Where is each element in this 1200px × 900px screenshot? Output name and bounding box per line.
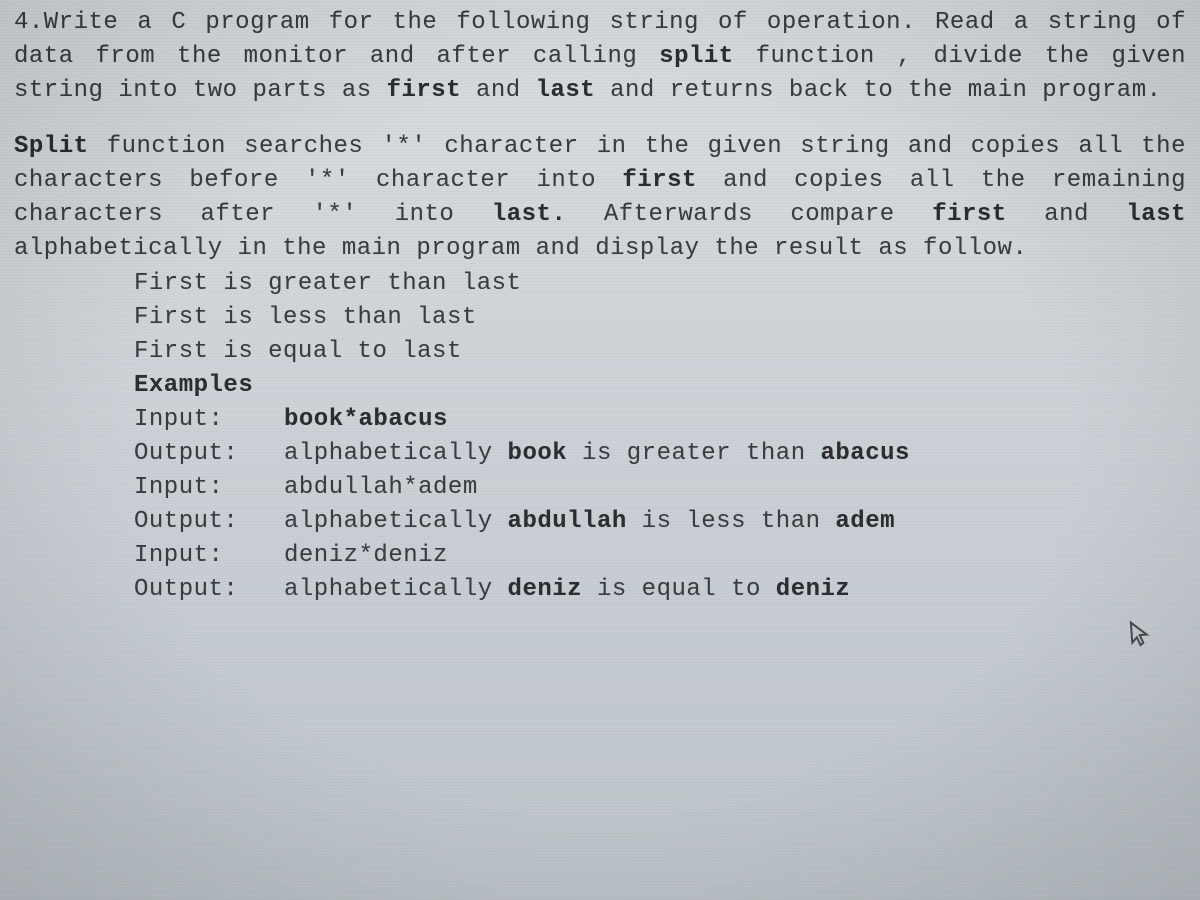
output-last: adem (835, 508, 895, 535)
example-output-row: Output: alphabetically abdullah is less … (134, 505, 1186, 539)
output-value: alphabetically abdullah is less than ade… (284, 505, 895, 539)
mouse-cursor-icon (1129, 619, 1154, 657)
p2-f: alphabetically in the main program and d… (14, 235, 1027, 262)
paragraph-2: Split function searches '*' character in… (14, 130, 1186, 266)
p2-d: Afterwards compare (566, 201, 932, 228)
p2-first2: first (932, 201, 1007, 228)
input-value: book*abacus (284, 403, 448, 437)
document-page: 4.Write a C program for the following st… (0, 0, 1200, 607)
example-output-row: Output: alphabetically book is greater t… (134, 437, 1186, 471)
example-output-row: Output: alphabetically deniz is equal to… (134, 573, 1186, 607)
example-input-row: Input: book*abacus (134, 403, 1186, 437)
output-text: alphabetically (284, 576, 508, 603)
input-label: Input: (134, 403, 284, 437)
p1-split: split (659, 43, 734, 70)
output-label: Output: (134, 573, 284, 607)
output-first: abdullah (508, 508, 627, 535)
output-first: deniz (508, 576, 583, 603)
result-line-1: First is greater than last (134, 267, 1186, 301)
output-mid: is equal to (582, 576, 776, 603)
result-line-2: First is less than last (134, 301, 1186, 335)
input-value-bold: book*abacus (284, 406, 448, 433)
output-value: alphabetically deniz is equal to deniz (284, 573, 850, 607)
output-value: alphabetically book is greater than abac… (284, 437, 910, 471)
p2-e: and (1007, 201, 1127, 228)
examples-heading-text: Examples (134, 372, 253, 399)
output-first: book (508, 440, 568, 467)
output-mid: is less than (627, 508, 836, 535)
output-mid: is greater than (567, 440, 820, 467)
output-last: abacus (821, 440, 910, 467)
input-value: deniz*deniz (284, 539, 448, 573)
output-text: alphabetically (284, 508, 508, 535)
example-input-row: Input: abdullah*adem (134, 471, 1186, 505)
p1-first: first (387, 77, 462, 104)
paragraph-1: 4.Write a C program for the following st… (14, 6, 1186, 108)
examples-list: Input: book*abacus Output: alphabeticall… (134, 403, 1186, 607)
p1-tail: and returns back to the main program. (595, 77, 1161, 104)
result-line-3: First is equal to last (134, 335, 1186, 369)
output-text: alphabetically (284, 440, 508, 467)
p1-last: last (536, 77, 596, 104)
output-label: Output: (134, 437, 284, 471)
output-label: Output: (134, 505, 284, 539)
input-label: Input: (134, 471, 284, 505)
examples-heading: Examples (134, 369, 1186, 403)
p2-last: last. (492, 201, 567, 228)
p2-splitword: Split (14, 133, 89, 160)
input-value: abdullah*adem (284, 471, 478, 505)
p2-first: first (622, 167, 697, 194)
p1-and: and (461, 77, 536, 104)
example-input-row: Input: deniz*deniz (134, 539, 1186, 573)
p2-last2: last (1126, 201, 1186, 228)
output-last: deniz (776, 576, 851, 603)
input-label: Input: (134, 539, 284, 573)
